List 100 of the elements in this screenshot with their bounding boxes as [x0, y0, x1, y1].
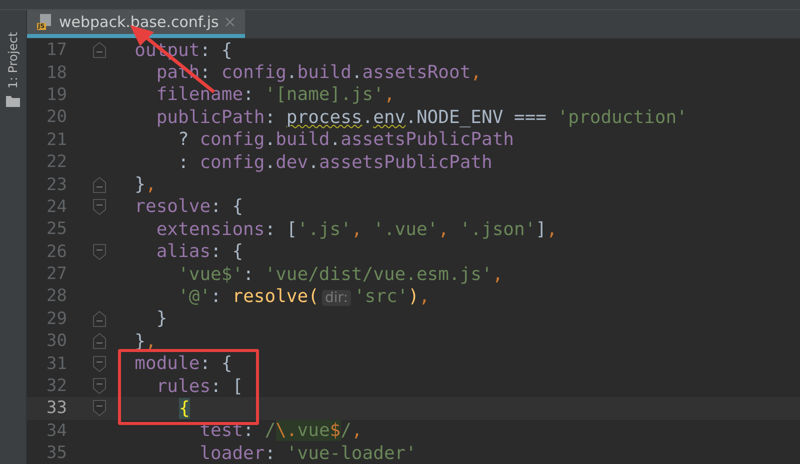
- string-literal: '.vue': [372, 218, 438, 240]
- string-literal: 'vue/dist/vue.esm.js': [264, 264, 492, 285]
- code-identifier: loader: [198, 442, 265, 464]
- code-text: :: [210, 286, 222, 307]
- code-identifier: resolve: [134, 196, 211, 218]
- line-number: 24: [46, 196, 67, 217]
- fold-icon[interactable]: [93, 176, 106, 193]
- code-text: :: [243, 264, 255, 285]
- code-punctuation: ,: [146, 174, 156, 196]
- parameter-hint: dir:: [322, 290, 351, 306]
- code-identifier: test: [198, 420, 244, 442]
- code-text: .: [264, 152, 276, 173]
- code-text: :: [177, 152, 190, 173]
- code-text: .: [264, 129, 276, 150]
- code-text: : {: [200, 40, 232, 61]
- code-text: :: [264, 106, 277, 128]
- line-number: 29: [46, 308, 67, 329]
- string-literal: /: [264, 420, 276, 442]
- code-text: :: [200, 62, 212, 84]
- code-identifier: alias: [155, 241, 211, 262]
- code-text: .: [351, 62, 362, 84]
- code-identifier: assetsPublicPath: [318, 152, 492, 173]
- fold-icon[interactable]: [93, 42, 106, 58]
- line-number: 19: [46, 84, 67, 105]
- code-text: : [: [264, 218, 298, 240]
- code-identifier: assetsRoot: [362, 62, 471, 84]
- line-number: 20: [46, 107, 67, 128]
- code-identifier: extensions: [155, 218, 265, 240]
- code-punctuation: ,: [384, 84, 395, 106]
- string-literal: '[name].js': [264, 84, 384, 106]
- line-number: 28: [46, 286, 67, 306]
- line-number: 26: [46, 242, 67, 262]
- code-identifier: config: [221, 62, 286, 84]
- line-number: 22: [46, 152, 67, 172]
- code-text: }: [155, 308, 168, 330]
- fold-icon[interactable]: [93, 244, 106, 260]
- code-text: :: [243, 84, 255, 106]
- code-text: : {: [210, 241, 244, 262]
- line-number: 35: [46, 443, 67, 464]
- line-number: 18: [46, 62, 67, 83]
- code-text: .: [330, 129, 341, 150]
- regex-token: vue: [297, 420, 330, 442]
- code-identifier: build: [276, 129, 330, 150]
- string-literal: '@': [177, 286, 211, 307]
- code-text: : {: [210, 196, 244, 218]
- string-literal: 'production': [557, 106, 688, 128]
- code-identifier: dev: [276, 152, 308, 173]
- string-literal: '.json': [458, 218, 536, 240]
- line-number: 21: [46, 130, 67, 150]
- line-number: 31: [46, 354, 67, 374]
- code-punctuation: ,: [546, 218, 558, 240]
- fold-icon[interactable]: [93, 333, 106, 350]
- folder-icon: [6, 94, 20, 107]
- code-identifier: publicPath: [155, 106, 265, 128]
- code-text: ?: [177, 129, 190, 150]
- code-text: :: [264, 442, 277, 464]
- line-number: 27: [46, 264, 67, 284]
- string-literal: '.js': [297, 218, 352, 240]
- string-literal: 'vue-loader': [286, 442, 416, 464]
- regex-token: $: [330, 420, 341, 442]
- code-punctuation: ,: [438, 218, 449, 240]
- function-call: resolve(: [232, 286, 319, 307]
- warning-identifier: env: [373, 106, 406, 128]
- code-punctuation: ,: [418, 286, 430, 307]
- code-identifier: rules: [155, 376, 211, 397]
- code-text: :: [243, 420, 255, 442]
- code-text: }: [134, 174, 146, 196]
- fold-icon[interactable]: [93, 310, 106, 327]
- line-number: 32: [46, 376, 67, 396]
- code-identifier: module: [134, 353, 200, 374]
- code-punctuation: ,: [351, 218, 362, 240]
- string-literal: /: [340, 420, 352, 442]
- line-number: 23: [46, 174, 67, 195]
- code-punctuation: ,: [492, 264, 504, 285]
- regex-token: \.: [276, 420, 298, 442]
- code-text: .: [286, 62, 298, 84]
- code-text: .: [308, 152, 319, 173]
- fold-icon[interactable]: [93, 198, 106, 215]
- code-text: .NODE_ENV ===: [406, 106, 548, 128]
- code-punctuation: ,: [470, 62, 482, 84]
- string-literal: 'vue$': [177, 264, 244, 285]
- code-punctuation: ,: [351, 420, 362, 442]
- line-number: 33: [46, 398, 67, 418]
- line-number: 25: [46, 219, 67, 240]
- line-number: 30: [46, 331, 67, 352]
- matched-brace: {: [179, 398, 190, 419]
- code-identifier: filename: [155, 84, 244, 106]
- code-text: : {: [200, 353, 232, 374]
- string-literal: 'src': [354, 286, 408, 307]
- fold-icon[interactable]: [93, 356, 106, 372]
- line-number: 17: [46, 40, 67, 60]
- code-text: ]: [536, 218, 547, 240]
- line-number: 34: [46, 420, 67, 441]
- fold-icon[interactable]: [93, 400, 106, 416]
- tab-label: webpack.base.conf.js: [59, 13, 219, 31]
- function-call: ): [408, 286, 419, 307]
- fold-icon[interactable]: [93, 378, 106, 394]
- code-identifier: config: [200, 129, 265, 150]
- code-text: .: [362, 106, 374, 128]
- close-icon[interactable]: [224, 17, 235, 27]
